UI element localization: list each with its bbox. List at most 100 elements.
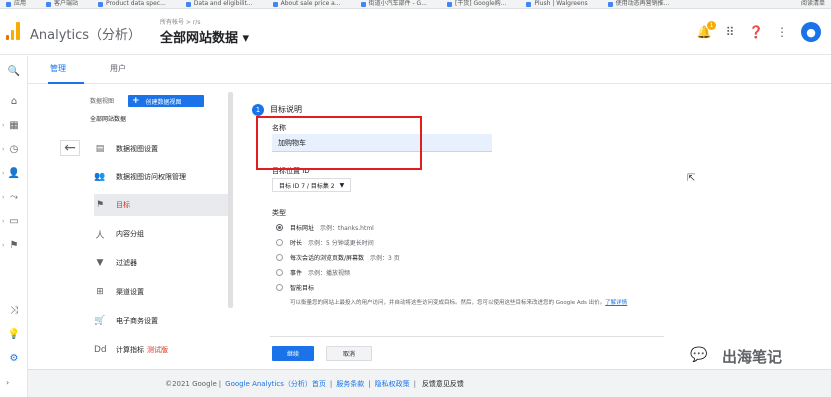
bookmark-label: 街道小汽车部件 - G... <box>368 0 427 7</box>
search-icon[interactable]: 🔍 <box>0 64 28 78</box>
bookmark-item[interactable]: 使用动态再营销推... <box>602 0 669 8</box>
section-divider <box>270 336 664 337</box>
menu-item-goals[interactable]: ⚑ 目标 <box>94 194 228 216</box>
cart-icon: 🛒 <box>94 316 106 326</box>
mouse-cursor-icon: ⇱ <box>687 173 696 184</box>
footer-link-privacy[interactable]: 隐私权政策 <box>375 379 410 389</box>
radio-button[interactable] <box>276 224 283 231</box>
view-column: 数据视图 + 创建数据视图 全部网站数据 <box>90 95 230 123</box>
bookmark-favicon-icon <box>607 1 613 7</box>
avatar[interactable]: ● <box>801 22 821 42</box>
document-icon: ▤ <box>95 144 105 154</box>
menu-item-label: 内容分组 <box>116 230 144 238</box>
radio-label: 时长 <box>290 240 303 247</box>
radio-button[interactable] <box>276 239 283 246</box>
back-arrow-icon[interactable]: ← <box>60 140 80 156</box>
chevron-down-icon: ▾ <box>242 31 250 46</box>
notification-badge: 1 <box>707 21 716 30</box>
attribution-icon[interactable]: ⤨ <box>0 303 28 317</box>
audience-icon[interactable]: › 👤 <box>0 166 28 180</box>
bookmark-item[interactable]: 客户端站 <box>40 0 78 8</box>
tab-admin[interactable]: 管理 <box>50 63 66 74</box>
step-title: 目标说明 <box>270 105 302 114</box>
radio-pages-per-session[interactable]: 每次会话的浏览页数/屏幕数 示例：3 页 <box>276 253 400 262</box>
feedback-link[interactable]: 反馈意见反馈 <box>422 379 464 389</box>
bookmark-favicon-icon <box>360 1 366 7</box>
left-nav: 🔍 ⌂ › ▦ › ◷ › 👤 › ⤳ › ▭ › ⚑ ⤨ 💡 ⚙ <box>0 56 28 397</box>
person-icon: 人 <box>95 230 105 241</box>
footer-link-home[interactable]: Google Analytics（分析）首页 <box>225 379 326 389</box>
menu-item-content-grouping[interactable]: 人 内容分组 <box>94 223 228 245</box>
radio-label: 智能目标 <box>290 285 315 292</box>
menu-item-label: 数据视图访问权限管理 <box>116 173 186 181</box>
apps-grid-icon[interactable]: ⠿ <box>723 25 737 39</box>
continue-button[interactable]: 继续 <box>272 346 314 361</box>
people-icon: 👥 <box>94 172 106 182</box>
bookmark-item[interactable]: Product data spec... <box>92 0 166 8</box>
learn-more-link[interactable]: 了解详情 <box>605 300 627 306</box>
menu-item-label: 过滤器 <box>116 259 137 267</box>
customization-icon[interactable]: › ▦ <box>0 118 28 132</box>
bookmark-favicon-icon <box>46 1 52 7</box>
bookmark-label: About sale price a... <box>280 0 341 7</box>
radio-button[interactable] <box>276 269 283 276</box>
menu-item-calculated-metrics[interactable]: Dd 计算指标 测试版 <box>94 339 228 361</box>
create-view-label: 创建数据视图 <box>145 98 182 106</box>
radio-button[interactable] <box>276 254 283 261</box>
highlight-box <box>256 116 422 170</box>
acquisition-icon[interactable]: › ⤳ <box>0 190 28 204</box>
analytics-logo-icon[interactable] <box>6 22 20 40</box>
home-icon[interactable]: ⌂ <box>0 94 28 108</box>
notifications-bell-icon[interactable]: 🔔 1 <box>697 21 716 39</box>
conversions-flag-icon[interactable]: › ⚑ <box>0 238 28 252</box>
radio-event[interactable]: 事件 示例：播放视频 <box>276 268 350 277</box>
menu-item-view-settings[interactable]: ▤ 数据视图设置 <box>94 138 228 160</box>
bookmark-item[interactable]: Plush | Walgreens <box>520 0 588 8</box>
menu-item-label: 目标 <box>116 201 130 209</box>
channel-icon: ⊞ <box>96 287 104 297</box>
bookmark-item[interactable]: [干货] Google购... <box>441 0 506 8</box>
admin-tabs: 管理 用户 <box>28 56 831 84</box>
expand-nav-icon[interactable]: › <box>6 378 9 387</box>
radio-button[interactable] <box>276 284 283 291</box>
plus-icon: + <box>132 96 140 106</box>
view-selector[interactable]: 全部网站数据 ▾ <box>160 27 249 46</box>
menu-item-label: 渠道设置 <box>116 288 144 296</box>
discover-bulb-icon[interactable]: 💡 <box>0 327 28 341</box>
bookmark-item[interactable]: 街道小汽车部件 - G... <box>355 0 427 8</box>
current-view-name[interactable]: 全部网站数据 <box>90 114 126 123</box>
menu-item-label: 计算指标 <box>116 346 144 354</box>
watermark-text: 出海笔记 <box>722 348 783 366</box>
bookmark-item[interactable]: Data and eligibilit... <box>180 0 253 8</box>
goal-slot-select[interactable]: 目标 ID 7 / 目标集 2 ▼ <box>272 178 352 192</box>
cancel-button[interactable]: 取消 <box>326 346 372 361</box>
menu-item-filters[interactable]: ▼ 过滤器 <box>94 252 228 274</box>
reading-list[interactable]: 阅读清单 <box>801 0 831 8</box>
app-title[interactable]: Analytics（分析） <box>30 24 141 43</box>
radio-example: 示例：播放视频 <box>308 270 351 277</box>
radio-smart-goal[interactable]: 智能目标 <box>276 283 314 292</box>
radio-example: 示例：thanks.html <box>320 225 374 232</box>
tab-users[interactable]: 用户 <box>110 63 126 74</box>
bookmark-item[interactable]: 应用 <box>0 0 26 8</box>
account-path[interactable]: 所有帐号 > r/s <box>160 17 200 26</box>
page-footer: ©2021 Google | Google Analytics（分析）首页 | … <box>28 369 831 397</box>
menu-item-view-access[interactable]: 👥 数据视图访问权限管理 <box>94 166 228 188</box>
radio-duration[interactable]: 时长 示例：5 分钟或更长时间 <box>276 238 374 247</box>
smart-goal-description: 可以衡量您的网站上最投入的用户访问，并自动将这些访问变成目标。然后，您可以使用这… <box>290 299 650 308</box>
bookmark-item[interactable]: About sale price a... <box>267 0 341 8</box>
menu-item-ecommerce[interactable]: 🛒 电子商务设置 <box>94 310 228 332</box>
help-icon[interactable]: ❓ <box>749 25 764 39</box>
bookmark-favicon-icon <box>185 1 191 7</box>
menu-item-label: 电子商务设置 <box>116 317 158 325</box>
footer-link-terms[interactable]: 服务条款 <box>336 379 364 389</box>
create-view-button[interactable]: + 创建数据视图 <box>128 95 204 107</box>
flag-icon: ⚑ <box>95 200 105 210</box>
menu-item-channel-settings[interactable]: ⊞ 渠道设置 <box>94 281 228 303</box>
more-vert-icon[interactable]: ⋮ <box>775 25 789 39</box>
radio-destination[interactable]: 目标网址 示例：thanks.html <box>276 223 374 232</box>
menu-scrollbar[interactable] <box>228 92 233 308</box>
admin-gear-icon[interactable]: ⚙ <box>0 351 28 365</box>
behavior-icon[interactable]: › ▭ <box>0 214 28 228</box>
realtime-icon[interactable]: › ◷ <box>0 142 28 156</box>
